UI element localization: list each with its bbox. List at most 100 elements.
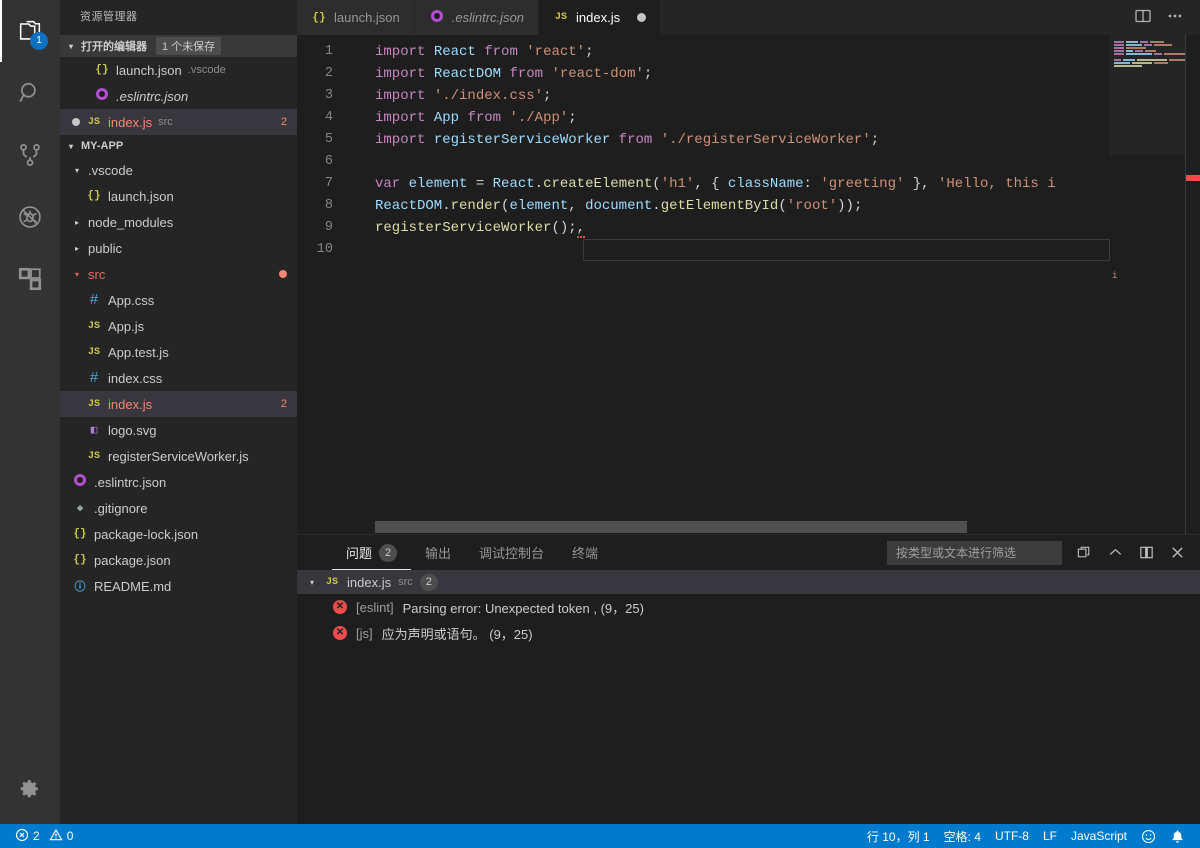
tree-item-public[interactable]: ▸ public [60,235,297,261]
activity-bar: 1 [0,0,60,824]
code-line: 8 ReactDOM.render(element, document.getE… [297,195,1110,217]
minimap[interactable]: i [1110,35,1186,534]
tree-item-package-json[interactable]: {} package.json [60,547,297,573]
activity-item-search[interactable] [0,62,60,124]
tree-item-app-css[interactable]: # App.css [60,287,297,313]
tab-dirty-indicator-icon[interactable] [637,13,647,22]
panel-tab-bar: 问题 2 输出 调试控制台 终端 [297,535,1200,570]
line-number: 10 [316,242,333,257]
vscode-window: 1 资源管理器 ▾ 打开的编辑器 1 个未保存 {} launch.json .… [0,0,1200,848]
status-problems[interactable]: 2 0 [8,824,80,848]
status-cursor-position[interactable]: 行 10，列 1 [860,824,937,848]
code-line: 2 import ReactDOM from 'react-dom'; [297,63,1110,85]
code-text-area[interactable]: 1 import React from 'react'; 2 import Re… [297,35,1110,534]
tree-item-label: App.test.js [108,344,169,360]
code-editor[interactable]: 1 import React from 'react'; 2 import Re… [297,35,1200,534]
tree-item-label: README.md [94,578,172,594]
editor-horizontal-scrollbar[interactable] [297,520,1110,534]
maximize-panel-icon[interactable] [1138,544,1155,561]
notifications-bell-icon[interactable] [1163,824,1192,848]
open-editor-item[interactable]: {} launch.json .vscode [60,57,297,83]
tree-item-label: public [88,240,122,256]
tree-item-label: App.js [108,318,145,334]
tree-item-src[interactable]: ▾ src [60,261,297,287]
activity-item-explorer[interactable]: 1 [0,0,60,62]
activity-item-debug[interactable] [0,186,60,248]
tree-item-node-modules[interactable]: ▸ node_modules [60,209,297,235]
panel-tab-debug-console[interactable]: 调试控制台 [465,535,558,570]
problem-row[interactable]: ✕ [eslint] Parsing error: Unexpected tok… [297,594,1200,620]
tree-item-launch-json[interactable]: {} launch.json [60,183,297,209]
tab-eslintrc-json[interactable]: .eslintrc.json [414,0,540,35]
status-indentation[interactable]: 空格: 4 [937,824,988,848]
line-text: import ReactDOM from 'react-dom'; [375,66,653,82]
debug-icon [16,203,44,231]
problems-filter-input[interactable] [887,540,1062,565]
tree-item-label: node_modules [88,214,174,230]
open-editor-item[interactable]: .eslintrc.json [60,83,297,109]
editor-actions [1118,0,1200,35]
open-editors-header[interactable]: ▾ 打开的编辑器 1 个未保存 [60,35,297,57]
unsaved-dot-icon[interactable] [72,118,80,126]
clear-icon[interactable] [1076,544,1093,561]
explorer-badge: 1 [30,32,48,50]
activity-item-extensions[interactable] [0,248,60,310]
problem-message: 应为声明或语句。 (9，25) [381,626,533,642]
tree-item-app-js[interactable]: JS App.js [60,313,297,339]
horizontal-scrollbar-thumb[interactable] [375,521,967,533]
status-eol[interactable]: LF [1036,824,1064,848]
problems-file-count: 2 [419,573,438,591]
workbench-body: 1 资源管理器 ▾ 打开的编辑器 1 个未保存 {} launch.json .… [0,0,1200,824]
line-text: registerServiceWorker();, [375,220,586,238]
git-icon: ◆ [76,503,84,515]
js-icon: JS [87,116,100,128]
activity-item-settings[interactable] [0,754,60,824]
problem-row[interactable]: ✕ [js] 应为声明或语句。 (9，25) [297,620,1200,646]
panel-tab-output[interactable]: 输出 [411,535,465,570]
editor-vertical-scrollbar[interactable] [1186,35,1200,534]
project-header[interactable]: ▾ MY-APP [60,135,297,157]
open-editor-item[interactable]: JS index.js src 2 [60,109,297,135]
tree-item-register-service-worker[interactable]: JS registerServiceWorker.js [60,443,297,469]
close-panel-icon[interactable] [1169,544,1186,561]
chevron-up-icon[interactable] [1107,544,1124,561]
status-bar: 2 0 行 10，列 1 空格: 4 UTF-8 LF JavaScript [0,824,1200,848]
tree-item-gitignore[interactable]: ◆ .gitignore [60,495,297,521]
feedback-smiley-icon[interactable] [1134,824,1163,848]
chevron-down-icon: ▾ [74,165,79,175]
split-editor-icon[interactable] [1134,7,1152,28]
extensions-icon [17,266,43,292]
tree-item-label: index.css [108,370,163,386]
tree-item-index-css[interactable]: # index.css [60,365,297,391]
tree-item-package-lock-json[interactable]: {} package-lock.json [60,521,297,547]
activity-item-source-control[interactable] [0,124,60,186]
panel-tab-terminal[interactable]: 终端 [558,535,612,570]
status-language-mode[interactable]: JavaScript [1064,824,1134,848]
problems-file-folder: src [398,576,413,588]
code-line: 7 var element = React.createElement('h1'… [297,173,1110,195]
tab-index-js[interactable]: JS index.js [539,0,662,35]
tree-item-vscode[interactable]: ▾ .vscode [60,157,297,183]
tab-launch-json[interactable]: {} launch.json [297,0,415,35]
json-icon: {} [87,190,101,202]
chevron-down-icon[interactable]: ▾ [307,578,317,587]
tree-item-app-test-js[interactable]: JS App.test.js [60,339,297,365]
panel-tab-problems[interactable]: 问题 2 [332,535,411,570]
panel-tab-label: 问题 [346,546,373,561]
tree-item-label: src [88,266,106,282]
problems-file-row[interactable]: ▾ JS index.js src 2 [297,570,1200,594]
status-encoding[interactable]: UTF-8 [988,824,1036,848]
tree-item-readme-md[interactable]: ⓘ README.md [60,573,297,599]
open-editors-label: 打开的编辑器 [81,41,147,53]
css-icon: # [89,291,99,309]
more-actions-icon[interactable] [1166,7,1184,28]
tree-item-logo-svg[interactable]: ◧ logo.svg [60,417,297,443]
code-line: 5 import registerServiceWorker from './r… [297,129,1110,151]
tree-item-eslintrc[interactable]: .eslintrc.json [60,469,297,495]
js-icon: JS [87,320,100,332]
tree-item-label: index.js [108,396,153,412]
line-number: 2 [324,66,333,81]
svg-icon: ◧ [90,425,98,437]
tree-item-index-js[interactable]: JS index.js 2 [60,391,297,417]
line-number: 3 [324,88,333,103]
